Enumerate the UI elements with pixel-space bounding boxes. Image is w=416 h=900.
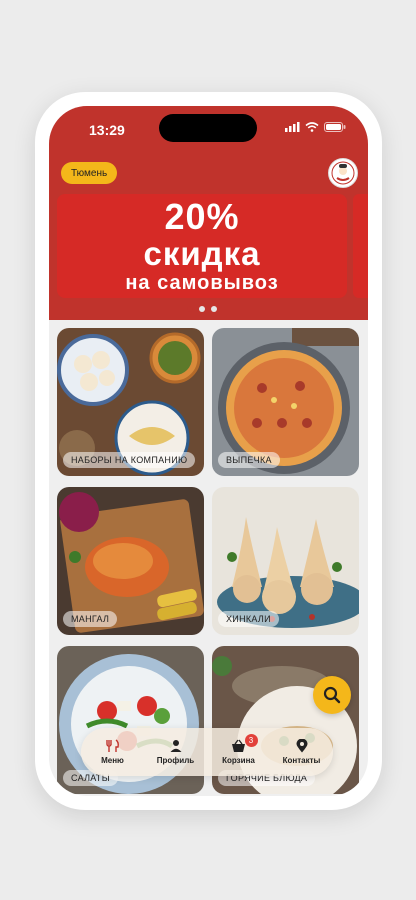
nav-menu[interactable]: Меню bbox=[83, 739, 143, 765]
nav-menu-label: Меню bbox=[101, 756, 124, 765]
nav-profile-label: Профиль bbox=[156, 756, 195, 765]
restaurant-logo bbox=[328, 158, 358, 188]
status-time: 13:29 bbox=[89, 122, 125, 138]
pagination-dot[interactable] bbox=[199, 306, 205, 312]
category-tile-pastry[interactable]: ВЫПЕЧКА bbox=[212, 328, 359, 476]
cart-count-badge: 3 bbox=[244, 734, 258, 747]
chef-logo-icon bbox=[331, 161, 355, 185]
battery-icon bbox=[324, 122, 346, 132]
nav-contacts[interactable]: Контакты bbox=[272, 739, 332, 765]
category-label: НАБОРЫ НА КОМПАНИЮ bbox=[63, 452, 196, 468]
signal-icon bbox=[285, 122, 300, 132]
phone-frame: 13:29 Тюмень 20% скидка на самовывоз НАБ… bbox=[35, 92, 382, 810]
dynamic-island bbox=[159, 114, 257, 142]
nav-contacts-label: Контакты bbox=[282, 756, 321, 765]
fork-knife-icon bbox=[105, 739, 119, 752]
basket-icon bbox=[232, 739, 245, 752]
nav-cart-label: Корзина bbox=[222, 756, 255, 765]
header-area: 13:29 Тюмень 20% скидка на самовывоз bbox=[49, 106, 368, 320]
wifi-icon bbox=[305, 122, 319, 132]
banner-percent: 20% bbox=[164, 195, 240, 237]
search-icon bbox=[323, 686, 341, 704]
category-label: МАНГАЛ bbox=[63, 611, 118, 627]
category-label: ВЫПЕЧКА bbox=[218, 452, 280, 468]
banner-subtitle: на самовывоз bbox=[125, 271, 279, 294]
status-icons bbox=[285, 122, 346, 132]
app-screen: 13:29 Тюмень 20% скидка на самовывоз НАБ… bbox=[49, 106, 368, 796]
category-label: ХИНКАЛИ bbox=[218, 611, 279, 627]
next-banner-peek[interactable] bbox=[353, 194, 368, 298]
bottom-navigation: Меню Профиль 3 Корзина Контакты bbox=[81, 728, 333, 776]
search-button[interactable] bbox=[313, 676, 351, 714]
banner-pagination bbox=[187, 306, 217, 312]
pagination-dot-active[interactable] bbox=[187, 306, 193, 312]
nav-cart[interactable]: 3 Корзина bbox=[209, 734, 269, 765]
category-tile-khinkali[interactable]: ХИНКАЛИ bbox=[212, 487, 359, 635]
banner-title: скидка bbox=[143, 234, 261, 272]
person-icon bbox=[170, 740, 181, 752]
city-selector-button[interactable]: Тюмень bbox=[61, 162, 118, 184]
location-pin-icon bbox=[296, 739, 307, 753]
promo-banner[interactable]: 20% скидка на самовывоз bbox=[57, 194, 347, 298]
nav-profile[interactable]: Профиль bbox=[146, 739, 206, 765]
category-tile-grill[interactable]: МАНГАЛ bbox=[57, 487, 204, 635]
category-tile-sets[interactable]: НАБОРЫ НА КОМПАНИЮ bbox=[57, 328, 204, 476]
pagination-dot[interactable] bbox=[211, 306, 217, 312]
